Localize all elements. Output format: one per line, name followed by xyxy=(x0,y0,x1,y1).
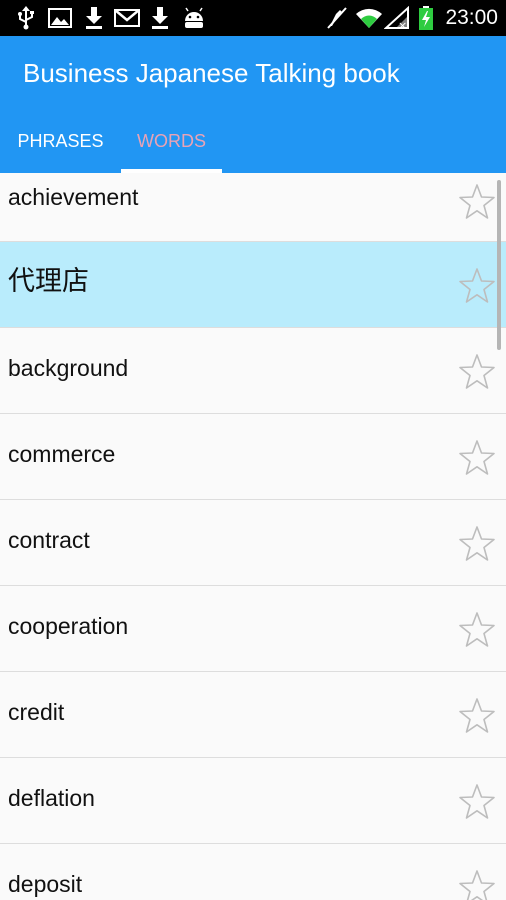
screen: × 23:00 Business Japanese Talking book P… xyxy=(0,0,506,900)
status-bar: × 23:00 xyxy=(0,0,506,36)
list-item-label: deposit xyxy=(8,871,83,897)
tab-bar: PHRASES WORDS xyxy=(0,120,506,173)
download-icon xyxy=(152,7,168,29)
android-icon xyxy=(185,7,203,28)
list-item-label: contract xyxy=(8,527,90,553)
favorite-star-icon[interactable] xyxy=(458,353,496,391)
favorite-star-icon[interactable] xyxy=(458,783,496,821)
usb-icon xyxy=(18,6,34,30)
word-list[interactable]: achievement 代理店 background commerce contract… xyxy=(0,173,506,900)
list-item[interactable]: credit xyxy=(0,672,506,758)
favorite-star-icon[interactable] xyxy=(458,267,496,305)
list-item-label: credit xyxy=(8,699,65,725)
favorite-star-icon[interactable] xyxy=(458,697,496,735)
tab-phrases[interactable]: PHRASES xyxy=(0,120,121,173)
wifi-icon xyxy=(356,8,382,28)
download-icon xyxy=(86,7,102,29)
list-item[interactable]: commerce xyxy=(0,414,506,500)
list-item[interactable]: deposit xyxy=(0,844,506,900)
favorite-star-icon[interactable] xyxy=(458,525,496,563)
favorite-star-icon[interactable] xyxy=(458,439,496,477)
list-item[interactable]: background xyxy=(0,328,506,414)
list-item[interactable]: achievement xyxy=(0,173,506,242)
list-item-label: 代理店 xyxy=(8,266,89,297)
list-item[interactable]: cooperation xyxy=(0,586,506,672)
tab-words[interactable]: WORDS xyxy=(121,120,222,173)
gmail-icon xyxy=(114,9,140,27)
list-item-label: background xyxy=(8,355,129,381)
favorite-star-icon[interactable] xyxy=(458,183,496,221)
app-title: Business Japanese Talking book xyxy=(23,58,400,88)
favorite-star-icon[interactable] xyxy=(458,611,496,649)
list-item-label: cooperation xyxy=(8,613,129,639)
image-icon xyxy=(48,8,72,28)
list-item-label: commerce xyxy=(8,441,116,467)
no-signal-icon: × xyxy=(384,6,409,30)
list-item[interactable]: 代理店 xyxy=(0,242,506,328)
mute-icon xyxy=(327,7,347,29)
svg-text:×: × xyxy=(398,19,407,30)
list-item-label: deflation xyxy=(8,785,95,811)
status-clock: 23:00 xyxy=(445,6,498,29)
scrollbar[interactable] xyxy=(497,180,501,350)
list-item[interactable]: deflation xyxy=(0,758,506,844)
favorite-star-icon[interactable] xyxy=(458,869,496,900)
list-item-label: achievement xyxy=(8,184,139,210)
battery-icon xyxy=(419,6,433,30)
list-item[interactable]: contract xyxy=(0,500,506,586)
app-bar: Business Japanese Talking book PHRASES W… xyxy=(0,36,506,173)
